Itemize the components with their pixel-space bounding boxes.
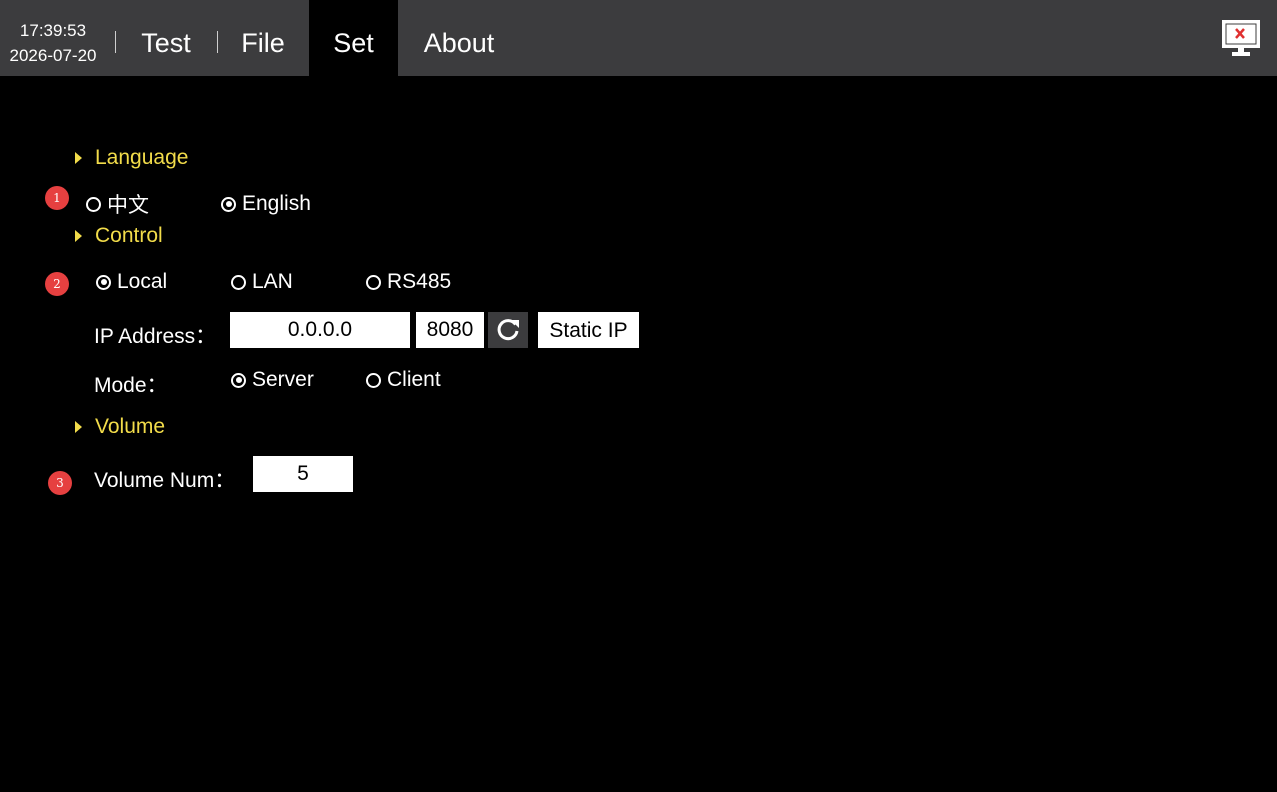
volume-num-label: Volume Num： [94, 469, 236, 492]
clock-time: 17:39:53 [19, 21, 87, 40]
radio-mode-client[interactable]: Client [366, 367, 441, 393]
tab-separator [217, 31, 218, 53]
clock-date: 2026-07-20 [9, 46, 97, 65]
static-ip-button[interactable]: Static IP [538, 312, 639, 348]
refresh-icon [497, 319, 519, 341]
radio-off-icon [231, 274, 246, 290]
radio-label: Server [252, 368, 314, 391]
radio-control-lan[interactable]: LAN [231, 269, 293, 295]
badge-1: 1 [45, 186, 69, 210]
radio-label: RS485 [387, 270, 452, 293]
section-control: Control [75, 224, 163, 248]
clock: 17:39:53 2026-07-20 [0, 0, 106, 76]
tab-set[interactable]: Set [309, 0, 398, 76]
section-volume: Volume [75, 415, 166, 439]
radio-label: Local [117, 270, 168, 293]
tab-about[interactable]: About [412, 0, 506, 76]
ip-address-label: IP Address： [94, 325, 217, 348]
mode-label: Mode： [94, 374, 168, 397]
section-language-title: Language [95, 146, 189, 169]
tab-separator [115, 31, 116, 53]
triangle-right-icon [75, 152, 82, 164]
top-bar: 17:39:53 2026-07-20 Test File Set About [0, 0, 1277, 76]
radio-language-chinese[interactable]: 中文 [86, 191, 149, 217]
section-volume-title: Volume [95, 415, 166, 438]
radio-off-icon [366, 274, 381, 290]
triangle-right-icon [75, 421, 82, 433]
tab-file[interactable]: File [228, 0, 298, 76]
radio-off-icon [86, 196, 101, 212]
triangle-right-icon [75, 230, 82, 242]
radio-language-english[interactable]: English [221, 191, 311, 217]
radio-control-rs485[interactable]: RS485 [366, 269, 451, 295]
section-control-title: Control [95, 224, 163, 247]
radio-on-icon [221, 196, 236, 212]
radio-off-icon [366, 372, 381, 388]
badge-2: 2 [45, 272, 69, 296]
radio-label: LAN [252, 270, 293, 293]
port-input[interactable] [416, 312, 484, 348]
badge-3: 3 [48, 471, 72, 495]
radio-label: Client [387, 368, 441, 391]
radio-control-local[interactable]: Local [96, 269, 167, 295]
volume-num-input[interactable] [253, 456, 353, 492]
tab-test[interactable]: Test [126, 0, 206, 76]
monitor-close-icon[interactable] [1222, 20, 1260, 57]
radio-label: English [242, 192, 311, 215]
radio-mode-server[interactable]: Server [231, 367, 314, 393]
refresh-button[interactable] [488, 312, 528, 348]
section-language: Language [75, 146, 189, 170]
radio-label: 中文 [107, 194, 149, 217]
radio-on-icon [96, 274, 111, 290]
ip-address-input[interactable] [230, 312, 410, 348]
radio-on-icon [231, 372, 246, 388]
